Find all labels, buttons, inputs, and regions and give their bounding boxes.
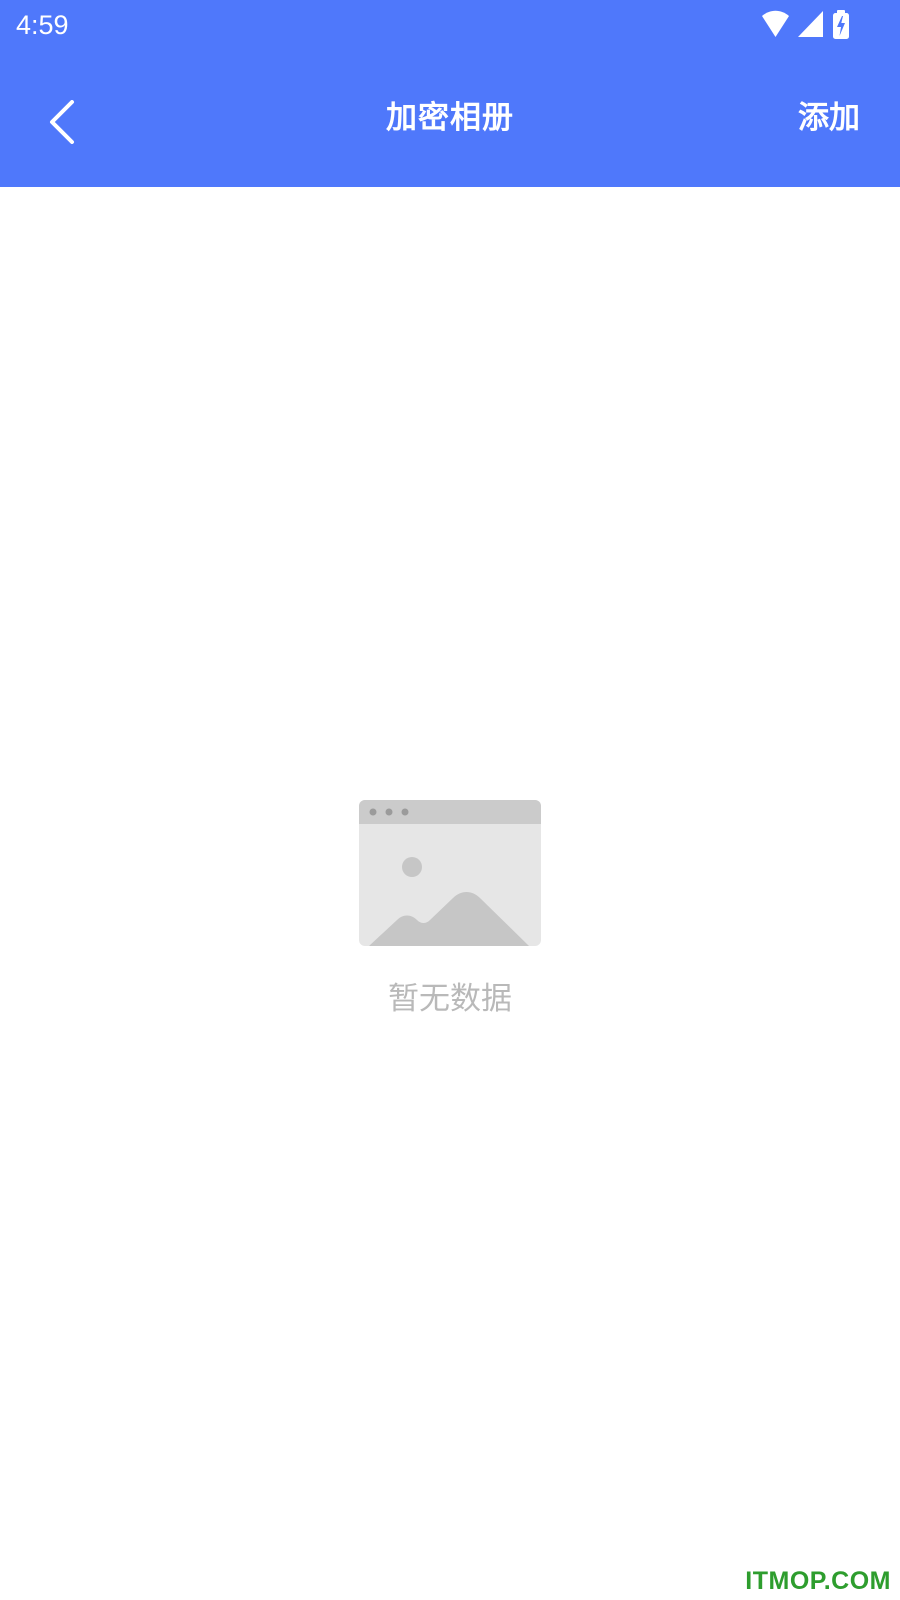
back-button[interactable] — [32, 92, 92, 152]
status-icons — [760, 9, 852, 39]
status-bar: 4:59 — [0, 0, 900, 50]
site-watermark: ITMOP.COM — [745, 1567, 891, 1595]
app-header: 4:59 加密相册 添加 — [0, 0, 900, 187]
empty-message: 暂无数据 — [388, 981, 512, 1017]
image-placeholder-icon — [359, 800, 541, 946]
cellular-signal-icon — [798, 11, 823, 37]
battery-charging-icon — [833, 9, 849, 39]
status-time: 4:59 — [16, 10, 69, 40]
toolbar: 加密相册 添加 — [0, 50, 900, 187]
add-button[interactable]: 添加 — [798, 98, 860, 138]
empty-state: 暂无数据 — [0, 800, 900, 1018]
wifi-icon — [762, 10, 789, 37]
chevron-left-icon — [50, 100, 74, 144]
page-title: 加密相册 — [386, 100, 514, 136]
